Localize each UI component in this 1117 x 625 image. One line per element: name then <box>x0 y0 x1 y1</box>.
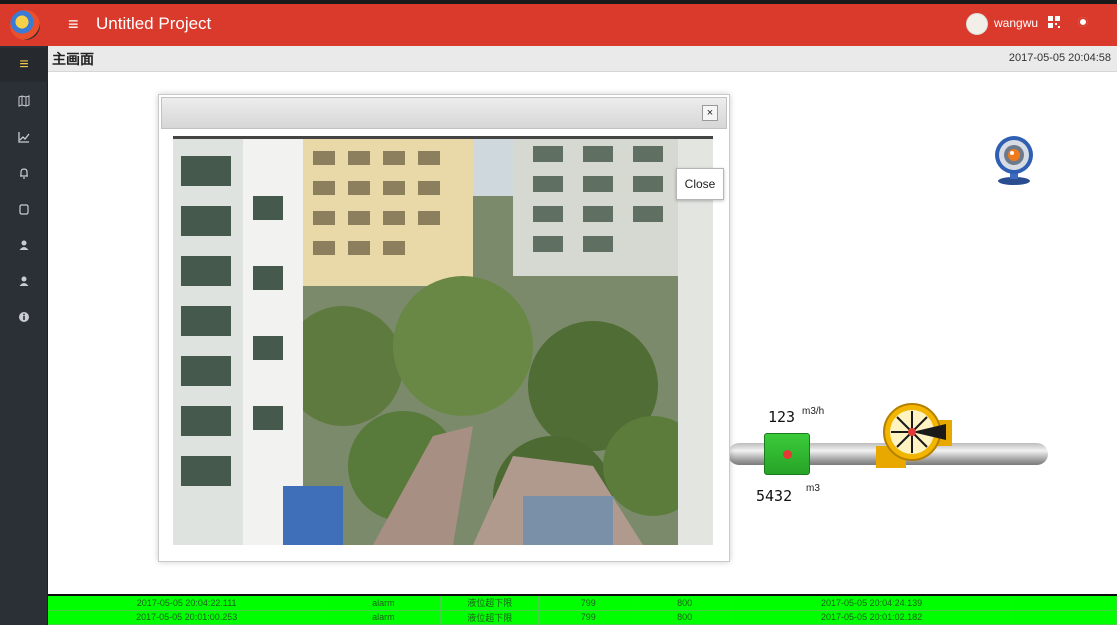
video-frame <box>173 136 713 545</box>
qrcode-icon[interactable] <box>1048 16 1060 28</box>
alarm-limit: 800 <box>637 610 733 625</box>
bell-icon <box>20 168 28 179</box>
alarm-table: 2017-05-05 20:04:22.111 alarm 液位超下限 799 … <box>48 596 1117 625</box>
map-icon <box>18 95 30 107</box>
flow-rate-unit: m3/h <box>802 406 825 417</box>
alarm-start-time: 2017-05-05 20:01:00.253 <box>48 610 327 625</box>
user-icon <box>19 240 29 250</box>
alarm-type: alarm <box>325 596 442 611</box>
total-volume-value: 5432 <box>756 487 793 505</box>
table-row[interactable]: 2017-05-05 20:01:00.253 alarm 液位超下限 799 … <box>48 610 1117 625</box>
flow-rate-value: 123 <box>768 408 796 426</box>
sidebar: ≡ <box>0 46 48 625</box>
alarm-extra <box>1011 610 1117 625</box>
avatar[interactable] <box>966 13 988 35</box>
camera-modal: × <box>158 94 730 562</box>
alarm-end-time: 2017-05-05 20:04:24.139 <box>731 596 1013 611</box>
top-bar: ≡ Untitled Project wangwu <box>0 0 1117 46</box>
alarm-start-time: 2017-05-05 20:04:22.111 <box>48 596 327 611</box>
close-button[interactable]: Close <box>676 168 724 200</box>
sidebar-item-user[interactable] <box>0 228 48 262</box>
copy-icon <box>19 204 29 215</box>
menu-icon: ≡ <box>19 56 29 73</box>
breadcrumb-bar: 主画面 2017-05-05 20:04:58 <box>48 46 1117 72</box>
flow-meter-valve[interactable] <box>764 433 810 475</box>
alarm-end-time: 2017-05-05 20:01:02.182 <box>731 610 1013 625</box>
sidebar-item-map[interactable] <box>0 84 48 118</box>
hamburger-icon[interactable]: ≡ <box>68 14 79 34</box>
pump-icon[interactable] <box>876 402 956 468</box>
alarm-message: 液位超下限 <box>440 610 540 625</box>
webcam-icon[interactable] <box>992 135 1036 185</box>
alarm-type: alarm <box>325 610 442 625</box>
alarm-value: 799 <box>538 596 639 611</box>
user-name[interactable]: wangwu <box>994 16 1038 30</box>
users-icon <box>19 276 29 286</box>
close-icon[interactable]: × <box>702 105 718 121</box>
sidebar-item-chart[interactable] <box>0 120 48 154</box>
alarm-extra <box>1011 596 1117 611</box>
alarm-message: 液位超下限 <box>440 596 540 611</box>
modal-header[interactable]: × <box>161 97 727 129</box>
page-title: 主画面 <box>52 51 94 67</box>
sidebar-item-alarm[interactable] <box>0 156 48 190</box>
sidebar-item-info[interactable] <box>0 300 48 334</box>
alarm-limit: 800 <box>637 596 733 611</box>
total-volume-unit: m3 <box>806 483 820 494</box>
table-row[interactable]: 2017-05-05 20:04:22.111 alarm 液位超下限 799 … <box>48 596 1117 611</box>
app-title: Untitled Project <box>96 14 212 33</box>
camera-video-feed <box>173 136 713 545</box>
alarm-value: 799 <box>538 610 639 625</box>
gear-icon[interactable] <box>1078 17 1088 27</box>
page-datetime: 2017-05-05 20:04:58 <box>1008 52 1111 64</box>
app-logo <box>10 10 40 40</box>
sidebar-item-menu[interactable]: ≡ <box>0 48 48 82</box>
valve-status-indicator <box>783 450 792 459</box>
info-icon <box>19 312 29 322</box>
chart-icon <box>18 132 30 143</box>
sidebar-item-pages[interactable] <box>0 192 48 226</box>
sidebar-item-users[interactable] <box>0 264 48 298</box>
